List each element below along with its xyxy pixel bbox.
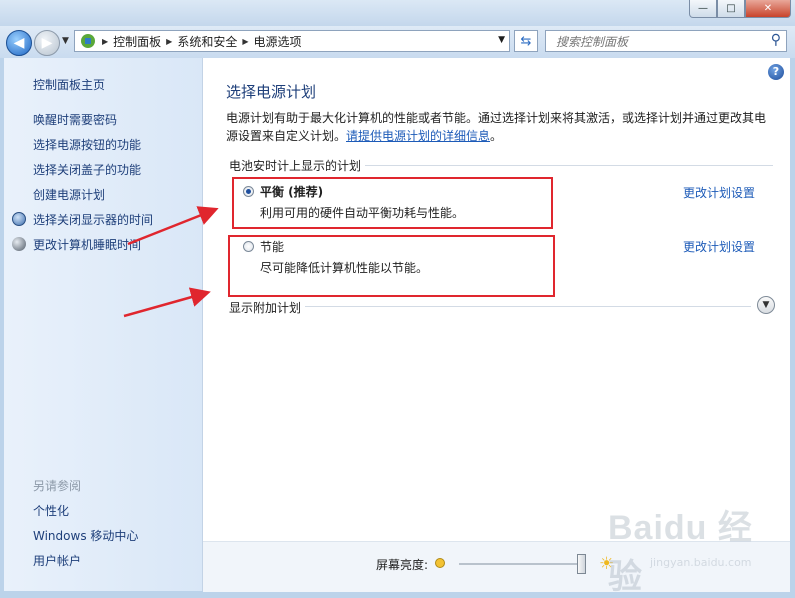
plan-details-link[interactable]: 请提供电源计划的详细信息 [346, 129, 490, 143]
control-panel-icon [79, 33, 97, 49]
change-plan-settings-balanced[interactable]: 更改计划设置 [683, 184, 755, 201]
highlight-box-power-saver [228, 235, 555, 297]
search-icon[interactable]: ⚲ [771, 32, 781, 48]
brightness-label: 屏幕亮度: [376, 558, 429, 572]
help-icon[interactable]: ? [768, 64, 784, 80]
show-additional-plans[interactable]: 显示附加计划 [229, 299, 301, 316]
see-also-personalization[interactable]: 个性化 [33, 502, 69, 519]
address-bar[interactable]: ▶ 控制面板 ▶ 系统和安全 ▶ 电源选项 ▼ [74, 30, 510, 52]
group-divider [365, 165, 773, 166]
sidebar-item-create-plan[interactable]: 创建电源计划 [33, 186, 105, 203]
sidebar-item-power-button[interactable]: 选择电源按钮的功能 [33, 136, 141, 153]
forward-arrow-icon: ▶ [41, 35, 53, 51]
forward-button[interactable]: ▶ [34, 30, 60, 56]
recent-pages-dropdown[interactable]: ▼ [62, 36, 69, 46]
sidebar-item-sleep-time[interactable]: 更改计算机睡眠时间 [33, 236, 141, 253]
brightness-slider[interactable] [459, 563, 583, 565]
see-also-user-accounts[interactable]: 用户帐户 [33, 552, 81, 569]
close-button[interactable]: ✕ [745, 0, 791, 18]
sidebar-item-display-off[interactable]: 选择关闭显示器的时间 [33, 211, 153, 228]
breadcrumb-control-panel[interactable]: 控制面板 [113, 33, 161, 50]
sidebar: 控制面板主页 唤醒时需要密码 选择电源按钮的功能 选择关闭盖子的功能 创建电源计… [4, 58, 203, 591]
dim-sun-icon [435, 558, 445, 568]
sidebar-item-control-panel-home[interactable]: 控制面板主页 [33, 76, 105, 93]
breadcrumb-system-security[interactable]: 系统和安全 [177, 33, 237, 50]
back-button[interactable]: ◀ [6, 30, 32, 56]
title-bar: — □ ✕ [0, 0, 795, 26]
see-also-mobility-center[interactable]: Windows 移动中心 [33, 527, 138, 544]
refresh-icon: ⇆ [520, 33, 532, 49]
intro-text: 电源计划有助于最大化计算机的性能或者节能。通过选择计划来将其激活，或选择计划并通… [226, 109, 770, 145]
search-input[interactable] [554, 34, 758, 50]
chevron-down-icon[interactable]: ▼ [757, 296, 775, 314]
display-clock-icon [12, 212, 26, 226]
refresh-button[interactable]: ⇆ [514, 30, 538, 52]
brightness-slider-thumb[interactable] [576, 554, 586, 574]
search-box[interactable]: ⚲ [545, 30, 787, 52]
chevron-right-icon[interactable]: ▶ [242, 37, 248, 46]
window-controls: — □ ✕ [689, 0, 791, 18]
moon-icon [12, 237, 26, 251]
navigation-bar: ◀ ▶ ▼ ▶ 控制面板 ▶ 系统和安全 ▶ 电源选项 ▼ ⇆ ⚲ [0, 26, 795, 58]
watermark-brand: Baidu 经验 [608, 509, 753, 596]
sidebar-item-wake-password[interactable]: 唤醒时需要密码 [33, 111, 117, 128]
see-also-heading: 另请参阅 [33, 479, 82, 493]
page-title: 选择电源计划 [226, 83, 317, 101]
chevron-right-icon: ▶ [102, 36, 109, 46]
group-divider [305, 306, 751, 307]
sidebar-item-lid-close[interactable]: 选择关闭盖子的功能 [33, 161, 141, 178]
back-arrow-icon: ◀ [13, 35, 25, 51]
battery-plans-heading: 电池安时计上显示的计划 [229, 159, 362, 173]
watermark-url: jingyan.baidu.com [650, 556, 752, 569]
intro-end: 。 [490, 129, 503, 143]
baidu-watermark: Baidu 经验 jingyan.baidu.com [608, 500, 768, 596]
change-plan-settings-power-saver[interactable]: 更改计划设置 [683, 238, 755, 255]
address-dropdown-icon[interactable]: ▼ [498, 35, 505, 45]
minimize-button[interactable]: — [689, 0, 717, 18]
maximize-button[interactable]: □ [717, 0, 745, 18]
chevron-right-icon[interactable]: ▶ [166, 37, 172, 46]
highlight-box-balanced [232, 177, 553, 229]
breadcrumb-power-options[interactable]: 电源选项 [254, 33, 302, 50]
